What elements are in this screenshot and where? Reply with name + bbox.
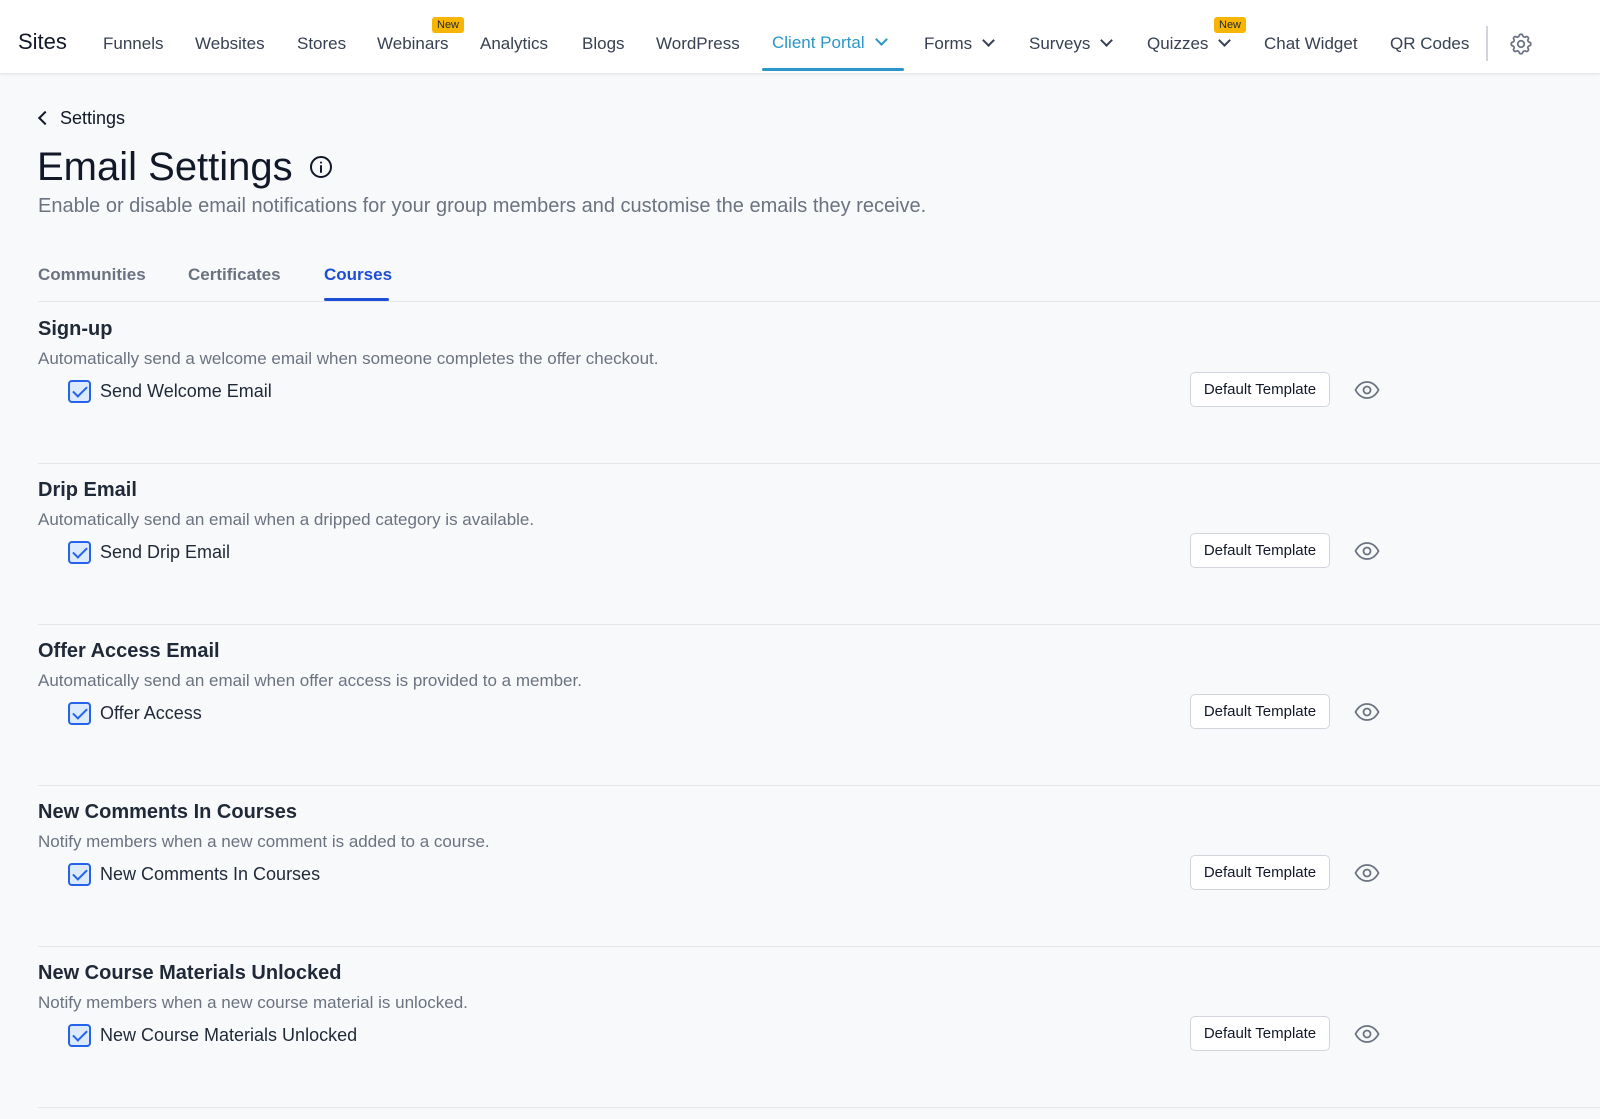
- nav-quizzes-label: Quizzes: [1147, 34, 1209, 53]
- nav-surveys-label: Surveys: [1029, 34, 1091, 53]
- nav-forms-label: Forms: [924, 34, 973, 53]
- email-section-new-comments: New Comments In Courses Notify members w…: [38, 786, 1600, 947]
- nav-surveys[interactable]: Surveys: [1029, 33, 1114, 55]
- nav-qr-codes[interactable]: QR Codes: [1390, 33, 1469, 55]
- eye-icon[interactable]: [1354, 541, 1380, 561]
- page-title: Email Settings: [37, 145, 293, 189]
- active-nav-indicator: [762, 68, 904, 71]
- section-title: New Course Materials Unlocked: [38, 962, 342, 984]
- checkbox-checked[interactable]: [68, 540, 91, 564]
- email-section-drip-email: Drip Email Automatically send an email w…: [38, 464, 1600, 625]
- new-comments-checkbox[interactable]: New Comments In Courses: [68, 862, 320, 886]
- email-section-sign-up: Sign-up Automatically send a welcome ema…: [38, 303, 1600, 464]
- email-settings-tabs: Communities Certificates Courses: [38, 262, 1600, 302]
- chevron-left-icon: [37, 110, 53, 126]
- nav-analytics[interactable]: Analytics: [480, 33, 548, 55]
- section-title: Drip Email: [38, 479, 137, 501]
- nav-divider: [1486, 26, 1488, 61]
- chevron-down-icon: [874, 33, 888, 46]
- nav-webinars[interactable]: Webinars: [377, 33, 449, 55]
- tab-courses[interactable]: Courses: [324, 264, 392, 286]
- checkbox-label: Send Drip Email: [100, 542, 231, 562]
- eye-icon[interactable]: [1354, 380, 1380, 400]
- nav-funnels[interactable]: Funnels: [103, 33, 163, 55]
- chevron-down-icon: [1218, 34, 1232, 47]
- checkbox-checked[interactable]: [68, 701, 91, 725]
- webinars-new-badge: New: [432, 17, 465, 33]
- top-navigation: Sites Funnels Websites Stores Webinars N…: [0, 0, 1600, 74]
- back-link-label: Settings: [60, 107, 126, 128]
- tab-certificates[interactable]: Certificates: [188, 264, 281, 286]
- send-welcome-email-checkbox[interactable]: Send Welcome Email: [68, 379, 272, 403]
- chevron-down-icon: [1100, 34, 1114, 47]
- section-title: New Comments In Courses: [38, 801, 297, 823]
- info-icon[interactable]: [309, 155, 333, 179]
- active-tab-indicator: [324, 298, 389, 301]
- eye-icon[interactable]: [1354, 863, 1380, 883]
- quizzes-new-badge: New: [1214, 17, 1247, 33]
- default-template-button[interactable]: Default Template: [1190, 372, 1330, 407]
- chevron-down-icon: [982, 34, 996, 47]
- send-drip-email-checkbox[interactable]: Send Drip Email: [68, 540, 230, 564]
- nav-quizzes[interactable]: Quizzes: [1147, 33, 1232, 55]
- checkbox-checked[interactable]: [68, 379, 91, 403]
- email-section-course-materials: New Course Materials Unlocked Notify mem…: [38, 947, 1600, 1108]
- default-template-button[interactable]: Default Template: [1190, 694, 1330, 729]
- section-title: Sign-up: [38, 318, 113, 340]
- section-description: Automatically send a welcome email when …: [38, 349, 659, 368]
- offer-access-checkbox[interactable]: Offer Access: [68, 701, 202, 725]
- checkbox-label: Offer Access: [100, 703, 202, 723]
- nav-wordpress[interactable]: WordPress: [656, 33, 740, 55]
- nav-blogs[interactable]: Blogs: [582, 33, 625, 55]
- default-template-button[interactable]: Default Template: [1190, 533, 1330, 568]
- nav-websites[interactable]: Websites: [195, 33, 265, 55]
- page-title-row: Email Settings: [37, 143, 333, 191]
- section-description: Notify members when a new course materia…: [38, 993, 468, 1012]
- nav-stores[interactable]: Stores: [297, 33, 346, 55]
- checkbox-checked[interactable]: [68, 862, 91, 886]
- checkbox-checked[interactable]: [68, 1023, 91, 1047]
- nav-forms[interactable]: Forms: [924, 33, 996, 55]
- default-template-button[interactable]: Default Template: [1190, 855, 1330, 890]
- page-subtitle: Enable or disable email notifications fo…: [38, 195, 927, 217]
- nav-webinars-label: Webinars: [377, 34, 449, 53]
- tab-communities[interactable]: Communities: [38, 264, 146, 286]
- checkbox-label: Send Welcome Email: [100, 381, 272, 401]
- section-description: Notify members when a new comment is add…: [38, 832, 490, 851]
- section-description: Automatically send an email when offer a…: [38, 671, 582, 690]
- nav-chat-widget[interactable]: Chat Widget: [1264, 33, 1358, 55]
- default-template-button[interactable]: Default Template: [1190, 1016, 1330, 1051]
- app-brand: Sites: [18, 29, 67, 54]
- section-description: Automatically send an email when a dripp…: [38, 510, 535, 529]
- course-materials-unlocked-checkbox[interactable]: New Course Materials Unlocked: [68, 1023, 357, 1047]
- checkbox-label: New Comments In Courses: [100, 864, 321, 884]
- checkbox-label: New Course Materials Unlocked: [100, 1025, 358, 1045]
- email-section-offer-access: Offer Access Email Automatically send an…: [38, 625, 1600, 786]
- eye-icon[interactable]: [1354, 702, 1380, 722]
- nav-client-portal[interactable]: Client Portal: [772, 32, 888, 54]
- gear-icon[interactable]: [1508, 31, 1534, 57]
- section-title: Offer Access Email: [38, 640, 220, 662]
- eye-icon[interactable]: [1354, 1024, 1380, 1044]
- nav-client-portal-label: Client Portal: [772, 33, 865, 52]
- back-to-settings-link[interactable]: Settings: [36, 106, 125, 130]
